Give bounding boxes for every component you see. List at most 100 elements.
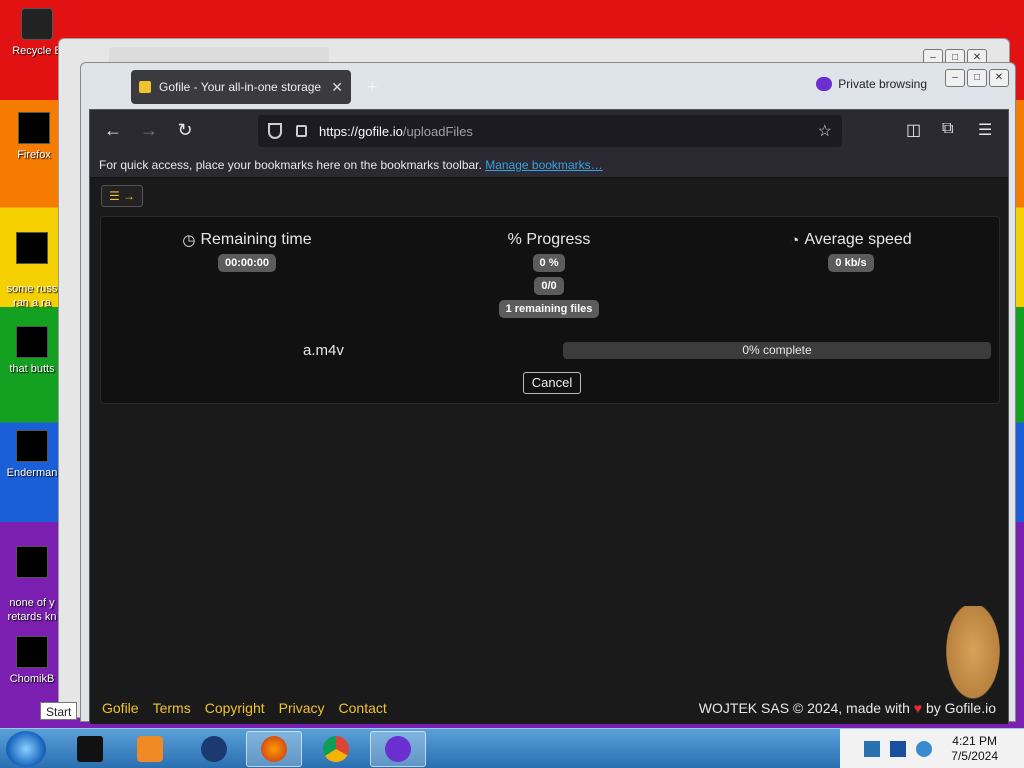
bookmarks-toolbar: For quick access, place your bookmarks h… [90,152,1008,178]
desktop-icon-firefox[interactable]: Firefox [2,112,66,162]
speedometer-icon: ◔ [790,231,800,249]
remaining-files-badge: 1 remaining files [498,300,600,318]
private-browsing-label: Private browsing [838,77,927,91]
clock-time: 4:21 PM [952,734,997,748]
browser-window: Gofile - Your all-in-one storage ✕ + Pri… [80,62,1016,724]
clock-date: 7/5/2024 [951,749,998,763]
url-path: /uploadFiles [402,123,473,139]
private-browsing-icon [385,736,411,762]
progress-percent: 0 % [532,254,566,272]
bookmarks-hint: For quick access, place your bookmarks h… [99,158,482,172]
url-host: https://gofile.io [319,123,403,139]
taskbar: 4:21 PM 7/5/2024 [0,728,1024,768]
upload-progress-card: ◷ Remaining time 00:00:00 % Progress 0 %… [100,216,1000,404]
taskbar-item-cmd[interactable] [62,731,118,767]
desktop-icon-label: none of y retards kn [7,597,57,623]
window-controls: – □ ✕ [945,69,1009,87]
footer-link-gofile[interactable]: Gofile [102,700,139,716]
start-tooltip: Start [40,702,78,720]
footer-link-terms[interactable]: Terms [153,700,191,716]
hamster-desktop-pet[interactable] [942,606,1004,706]
tab-close-icon[interactable]: ✕ [331,79,343,96]
progress-count: 0/0 [534,277,564,295]
progress-stat: % Progress 0 % 0/0 1 remaining files [449,231,649,318]
taskbar-item-globe[interactable] [186,731,242,767]
desktop-icon-label: that butts [9,363,55,375]
desktop-icon-file-3[interactable]: Enderman [0,430,64,480]
system-clock[interactable]: 4:21 PM 7/5/2024 [951,734,998,764]
clock-icon: ◷ [182,232,196,249]
action-center-icon[interactable] [890,741,906,757]
copyright-prefix: WOJTEK SAS © 2024, made with [698,700,910,716]
average-speed-stat: ◔ Average speed 0 kb/s [751,231,951,272]
desktop-icon-file-4[interactable]: none of y retards kn [0,532,64,624]
file-icon [16,430,48,462]
desktop-icon-label: ChomikB [9,673,55,685]
extensions-icon[interactable]: ⧉ [942,120,953,138]
private-browsing-indicator: Private browsing [816,77,927,91]
desktop-icon-file-1[interactable]: some russ ran a ra [0,218,64,310]
desktop-icon-file-5[interactable]: ChomikB [0,636,64,686]
tab-title: Gofile - Your all-in-one storage [159,80,322,94]
close-window-button[interactable]: ✕ [989,69,1009,87]
average-speed-label: Average speed [804,231,912,248]
taskbar-item-media-player[interactable] [122,731,178,767]
bookmark-star-icon[interactable]: ☆ [818,121,832,141]
taskbar-item-chrome[interactable] [308,731,364,767]
remaining-time-stat: ◷ Remaining time 00:00:00 [147,231,347,272]
file-progress-text: 0% complete [742,343,812,357]
pocket-icon[interactable]: ◫ [906,120,921,140]
file-progress-bar: 0% complete [563,342,991,359]
firefox-icon [18,112,50,144]
start-button[interactable] [6,731,46,767]
tracking-shield-icon[interactable] [268,123,282,139]
forward-arrow-icon[interactable]: → [138,120,160,141]
remaining-time-value: 00:00:00 [217,254,277,272]
network-icon[interactable] [864,741,880,757]
cancel-upload-button[interactable]: Cancel [523,372,581,394]
back-arrow-icon[interactable]: ← [102,120,124,141]
media-player-icon [137,736,163,762]
url-bar[interactable]: https://gofile.io/uploadFiles ☆ [258,115,842,147]
volume-icon[interactable] [916,741,932,757]
tab-gofile[interactable]: Gofile - Your all-in-one storage ✕ [131,70,351,104]
maximize-button[interactable]: □ [967,69,987,87]
gofile-page: ☰ → ◷ Remaining time 00:00:00 % Progress… [90,178,1008,724]
desktop-icon-label: Recycle B [12,45,62,57]
file-icon [16,546,48,578]
chrome-icon [323,736,349,762]
minimize-button[interactable]: – [945,69,965,87]
taskbar-item-firefox[interactable] [246,731,302,767]
footer-link-copyright[interactable]: Copyright [205,700,265,716]
page-footer: Gofile Terms Copyright Privacy Contact W… [90,694,1008,724]
desktop-icon-label: Enderman [6,467,58,479]
gofile-favicon-icon [139,81,151,93]
private-mask-icon [816,77,833,91]
reload-icon[interactable]: ↻ [174,120,196,141]
file-name: a.m4v [303,342,344,359]
lock-icon[interactable] [296,125,307,137]
file-icon [16,232,48,264]
globe-icon [201,736,227,762]
footer-links: Gofile Terms Copyright Privacy Contact [102,700,387,716]
remaining-time-label: Remaining time [200,231,312,248]
browser-content: ← → ↻ https://gofile.io/uploadFiles ☆ ◫ … [89,109,1009,724]
progress-label: % Progress [507,231,591,248]
file-row: a.m4v 0% complete [101,342,999,362]
average-speed-value: 0 kb/s [828,254,874,272]
footer-link-contact[interactable]: Contact [339,700,387,716]
sidebar-toggle-button[interactable]: ☰ → [101,185,143,207]
taskbar-item-firefox-private[interactable] [370,731,426,767]
terminal-icon [77,736,103,762]
desktop-icon-label: Firefox [17,149,51,161]
desktop-icon-label: some russ ran a ra [6,283,58,309]
footer-link-privacy[interactable]: Privacy [279,700,325,716]
new-tab-icon[interactable]: + [367,77,378,98]
tab-strip: Gofile - Your all-in-one storage ✕ + Pri… [81,63,1015,109]
file-icon [16,636,48,668]
desktop-icon-file-2[interactable]: that butts [0,326,64,376]
manage-bookmarks-link[interactable]: Manage bookmarks… [485,158,602,172]
heart-icon: ♥ [913,700,923,716]
menu-icon[interactable]: ☰ [978,120,992,140]
recycle-bin-icon [21,8,53,40]
